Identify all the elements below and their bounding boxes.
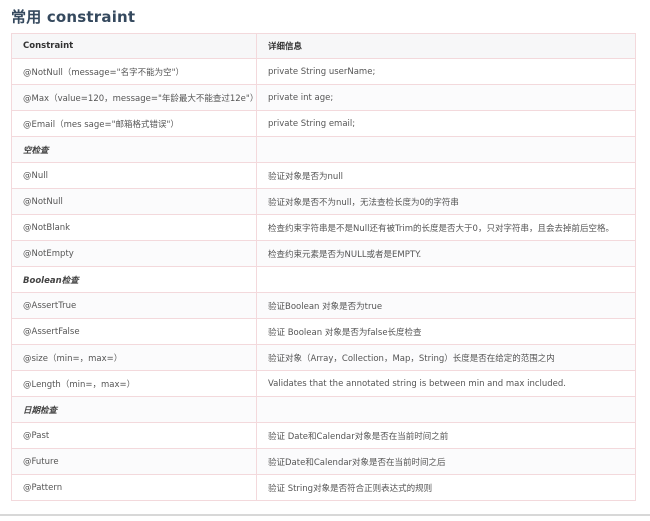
table-row: @NotNull 验证对象是否不为null，无法查检长度为0的字符串: [11, 188, 636, 215]
constraint-cell: @size（min=，max=）: [11, 344, 257, 371]
table-row: @Past 验证 Date和Calendar对象是否在当前时间之前: [11, 422, 636, 449]
detail-cell: Validates that the annotated string is b…: [256, 370, 636, 397]
detail-cell: 验证对象（Array，Collection，Map，String）长度是否在给定…: [256, 344, 636, 371]
section-row: Boolean检查: [11, 266, 636, 293]
table-row: @NotBlank 检查约束字符串是不是Null还有被Trim的长度是否大于0，只…: [11, 214, 636, 241]
table-row: @Email（mes sage="邮箱格式错误"） private String …: [11, 110, 636, 137]
table-row: @NotEmpty 检查约束元素是否为NULL或者是EMPTY.: [11, 240, 636, 267]
table-row: @AssertFalse 验证 Boolean 对象是否为false长度检查: [11, 318, 636, 345]
table-row: @Pattern 验证 String对象是否符合正则表达式的规则: [11, 474, 636, 501]
constraint-cell: @Length（min=，max=）: [11, 370, 257, 397]
constraint-cell: @Max（value=120，message="年龄最大不能查过12e"）: [11, 84, 257, 111]
detail-cell: [256, 396, 636, 423]
table-row: @Null 验证对象是否为null: [11, 162, 636, 189]
section-row: 空检查: [11, 136, 636, 163]
detail-cell: private String email;: [256, 110, 636, 137]
section-title: Boolean检查: [11, 266, 257, 293]
constraint-cell: @Future: [11, 448, 257, 475]
constraint-cell: @NotBlank: [11, 214, 257, 241]
detail-cell: 验证 Date和Calendar对象是否在当前时间之前: [256, 422, 636, 449]
section-row: 日期检查: [11, 396, 636, 423]
detail-cell: 验证对象是否为null: [256, 162, 636, 189]
constraint-cell: @Pattern: [11, 474, 257, 501]
table-row: @NotNull（message="名字不能为空"） private String…: [11, 58, 636, 85]
table-header-row: Constraint 详细信息: [11, 33, 636, 59]
column-header-constraint: Constraint: [11, 33, 257, 59]
detail-cell: [256, 266, 636, 293]
constraint-cell: @AssertFalse: [11, 318, 257, 345]
detail-cell: 验证对象是否不为null，无法查检长度为0的字符串: [256, 188, 636, 215]
constraint-cell: @NotNull（message="名字不能为空"）: [11, 58, 257, 85]
detail-cell: private int age;: [256, 84, 636, 111]
table-row: @Max（value=120，message="年龄最大不能查过12e"） pri…: [11, 84, 636, 111]
detail-cell: 检查约束字符串是不是Null还有被Trim的长度是否大于0，只对字符串，且会去掉…: [256, 214, 636, 241]
section-title: 日期检查: [11, 396, 257, 423]
constraint-table-container: Constraint 详细信息 @NotNull（message="名字不能为空…: [11, 33, 636, 501]
detail-cell: 验证 String对象是否符合正则表达式的规则: [256, 474, 636, 501]
constraint-cell: @NotEmpty: [11, 240, 257, 267]
detail-cell: [256, 136, 636, 163]
constraint-cell: @Null: [11, 162, 257, 189]
table-row: @AssertTrue 验证Boolean 对象是否为true: [11, 292, 636, 319]
detail-cell: 检查约束元素是否为NULL或者是EMPTY.: [256, 240, 636, 267]
constraint-cell: @Email（mes sage="邮箱格式错误"）: [11, 110, 257, 137]
table-row: @size（min=，max=） 验证对象（Array，Collection，Ma…: [11, 344, 636, 371]
detail-cell: private String userName;: [256, 58, 636, 85]
detail-cell: 验证Date和Calendar对象是否在当前时间之后: [256, 448, 636, 475]
detail-cell: 验证Boolean 对象是否为true: [256, 292, 636, 319]
constraint-table: Constraint 详细信息 @NotNull（message="名字不能为空…: [11, 33, 636, 501]
page-title: 常用 constraint: [11, 8, 136, 26]
constraint-cell: @Past: [11, 422, 257, 449]
constraint-cell: @NotNull: [11, 188, 257, 215]
detail-cell: 验证 Boolean 对象是否为false长度检查: [256, 318, 636, 345]
constraint-cell: @AssertTrue: [11, 292, 257, 319]
table-row: @Future 验证Date和Calendar对象是否在当前时间之后: [11, 448, 636, 475]
bottom-divider: [0, 514, 650, 516]
table-row: @Length（min=，max=） Validates that the ann…: [11, 370, 636, 397]
section-title: 空检查: [11, 136, 257, 163]
column-header-details: 详细信息: [256, 33, 636, 59]
table-body: @NotNull（message="名字不能为空"） private String…: [11, 58, 636, 501]
